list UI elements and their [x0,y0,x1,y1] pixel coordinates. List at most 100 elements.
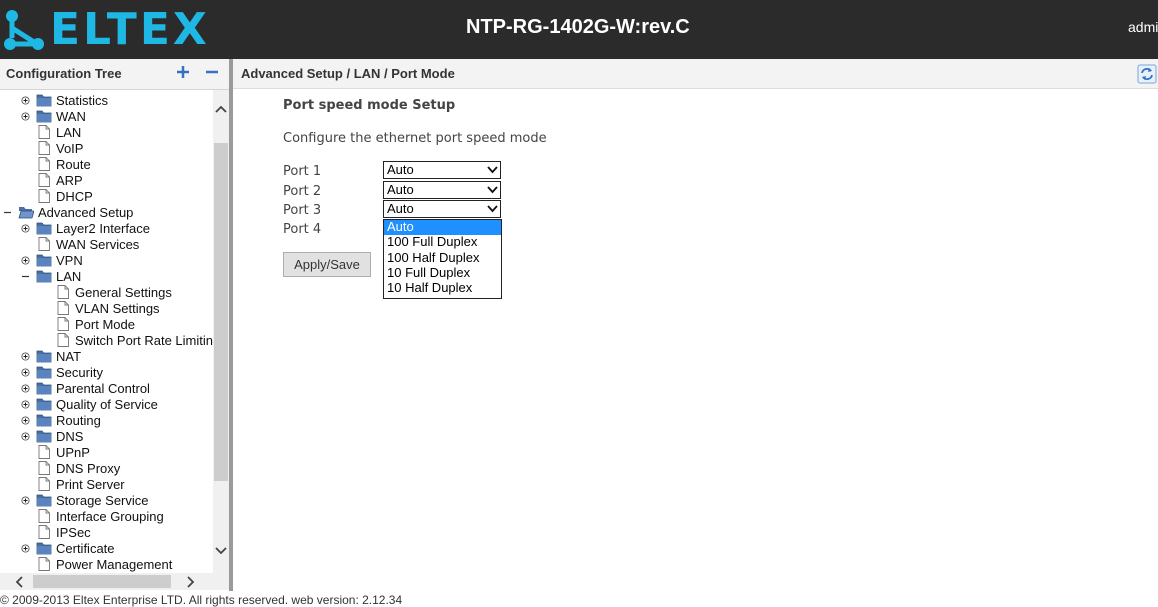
user-name[interactable]: admi [1128,19,1158,35]
tree-item[interactable]: NAT [36,348,81,364]
tree-item[interactable]: Print Server [36,476,125,492]
option-10-full-duplex[interactable]: 10 Full Duplex [384,265,501,281]
folder-icon [36,366,52,379]
collapse-node-icon[interactable] [3,208,12,217]
expand-node-icon[interactable] [21,384,30,393]
option-100-half-duplex[interactable]: 100 Half Duplex [384,250,501,266]
expand-node-icon[interactable] [21,496,30,505]
scroll-left-icon[interactable] [14,576,24,588]
tree-item[interactable]: Layer2 Interface [36,220,150,236]
tree-item[interactable]: VLAN Settings [55,300,160,316]
tree-item[interactable]: Parental Control [36,380,150,396]
scroll-down-icon[interactable] [215,546,227,556]
tree-list: Statistics WAN LAN VoIP Route ARP DHCP Advanced… [0,90,213,574]
scroll-up-icon[interactable] [215,104,227,114]
tree-item[interactable]: Routing [36,412,101,428]
main-content: Advanced Setup / LAN / Port Mode Port sp… [233,59,1158,591]
tree-item[interactable]: LAN [36,124,81,140]
tree-item-label: Advanced Setup [38,204,134,220]
expand-node-icon[interactable] [21,416,30,425]
tree-item-label: Quality of Service [56,396,158,412]
tree-item[interactable]: LAN [36,268,81,284]
expand-node-icon[interactable] [21,432,30,441]
vertical-scroll-thumb[interactable] [214,143,228,481]
tree-item-label: Route [56,156,91,172]
page-icon [38,525,50,539]
tree-item[interactable]: Switch Port Rate Limiting [55,332,213,348]
tree-item[interactable]: VPN [36,252,83,268]
page-icon [38,173,50,187]
tree-item-label: Port Mode [75,316,135,332]
horizontal-scroll-thumb[interactable] [33,575,171,588]
port-2-select[interactable]: Auto [383,181,501,199]
collapse-all-icon[interactable] [204,64,220,80]
tree-item[interactable]: Quality of Service [36,396,158,412]
expand-node-icon[interactable] [21,96,30,105]
collapse-node-icon[interactable] [21,272,30,281]
port-1-select[interactable]: Auto [383,161,501,179]
tree-item[interactable]: UPnP [36,444,90,460]
tree-item[interactable]: ARP [36,172,83,188]
tree-item[interactable]: Route [36,156,91,172]
expand-node-icon[interactable] [21,400,30,409]
folder-icon [36,350,52,363]
tree-horizontal-scrollbar[interactable] [0,573,213,590]
footer: © 2009-2013 Eltex Enterprise LTD. All ri… [0,591,1158,607]
tree-item[interactable]: Power Management [36,556,172,572]
tree-item[interactable]: General Settings [55,284,172,300]
expand-node-icon[interactable] [21,544,30,553]
option-auto[interactable]: Auto [384,219,501,235]
port-2-label: Port 2 [283,184,322,199]
folder-icon [36,494,52,507]
tree-item[interactable]: Port Mode [55,316,135,332]
expand-node-icon[interactable] [21,224,30,233]
port-3-dropdown-list[interactable]: Auto 100 Full Duplex 100 Half Duplex 10 … [383,219,502,299]
tree-item[interactable]: Certificate [36,540,115,556]
open-folder-icon [18,207,34,219]
expand-node-icon[interactable] [21,256,30,265]
expand-node-icon[interactable] [21,368,30,377]
folder-icon [36,254,52,267]
tree-item[interactable]: VoIP [36,140,83,156]
tree-item[interactable]: Advanced Setup [18,204,133,220]
option-100-full-duplex[interactable]: 100 Full Duplex [384,234,501,250]
refresh-icon[interactable] [1137,64,1157,84]
folder-icon [36,94,52,107]
tree-item-label: WAN [56,108,86,124]
tree-item[interactable]: DHCP [36,188,93,204]
tree-item[interactable]: IPSec [36,524,91,540]
tree-item[interactable]: WAN Services [36,236,139,252]
tree-item-label: Storage Service [56,492,149,508]
chevron-down-icon [487,186,498,194]
port-1-label: Port 1 [283,164,322,179]
chevron-down-icon [487,205,498,213]
tree-item-label: VoIP [56,140,84,156]
expand-node-icon[interactable] [21,112,30,121]
tree-item[interactable]: Storage Service [36,492,149,508]
tree-item[interactable]: DNS [36,428,83,444]
tree-item-label: LAN [56,268,82,284]
page-icon [57,317,69,331]
expand-node-icon[interactable] [21,352,30,361]
folder-icon [36,398,52,411]
page-description: Configure the ethernet port speed mode [283,131,547,146]
port-4-label: Port 4 [283,222,322,237]
tree-item[interactable]: Security [36,364,103,380]
tree-item-label: Print Server [56,476,125,492]
chevron-down-icon [487,166,498,174]
folder-icon [36,270,52,283]
tree-vertical-scrollbar[interactable] [213,90,229,574]
page-icon [38,461,50,475]
option-10-half-duplex[interactable]: 10 Half Duplex [384,280,501,296]
expand-all-icon[interactable] [175,64,191,80]
tree-item[interactable]: DNS Proxy [36,460,120,476]
tree-item[interactable]: Statistics [36,92,108,108]
tree-header: Configuration Tree [0,59,229,90]
tree-item[interactable]: WAN [36,108,86,124]
apply-save-button[interactable]: Apply/Save [283,252,371,277]
tree-item[interactable]: Interface Grouping [36,508,164,524]
page-icon [38,557,50,571]
breadcrumb-bar: Advanced Setup / LAN / Port Mode [233,59,1158,89]
scroll-right-icon[interactable] [186,576,196,588]
port-3-select[interactable]: Auto [383,200,501,218]
